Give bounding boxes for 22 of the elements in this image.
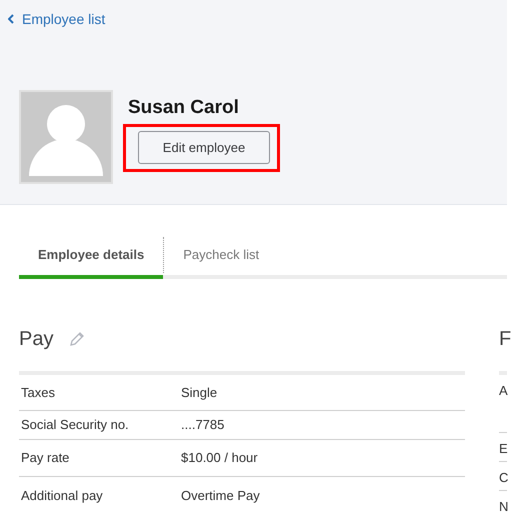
field-label: Pay rate xyxy=(20,449,70,468)
tab[interactable]: Paycheck list xyxy=(164,235,278,279)
field-value: Single xyxy=(181,384,218,402)
field-label: Taxes xyxy=(20,384,56,402)
edit-employee-button[interactable]: Edit employee xyxy=(138,131,270,164)
field-label: N xyxy=(499,499,508,514)
section-title: Pay xyxy=(19,327,54,352)
field-value: ....7785 xyxy=(181,416,224,434)
field-label: Social Security no. xyxy=(20,416,130,434)
section-title: F xyxy=(499,327,512,352)
field-value: Overtime Pay xyxy=(181,486,260,505)
pencil-icon[interactable] xyxy=(69,331,86,347)
chevron-left-icon xyxy=(8,14,14,24)
avatar-icon xyxy=(19,90,113,184)
field-label: A xyxy=(499,383,508,398)
field-label: E xyxy=(499,441,508,456)
back-link[interactable]: Employee list xyxy=(8,8,106,30)
field-label: C xyxy=(499,470,508,485)
field-value: $10.00 / hour xyxy=(181,449,258,468)
tab[interactable]: Employee details xyxy=(19,235,164,279)
field-label: Additional pay xyxy=(20,486,104,505)
employee-name: Susan Carol xyxy=(128,96,240,120)
